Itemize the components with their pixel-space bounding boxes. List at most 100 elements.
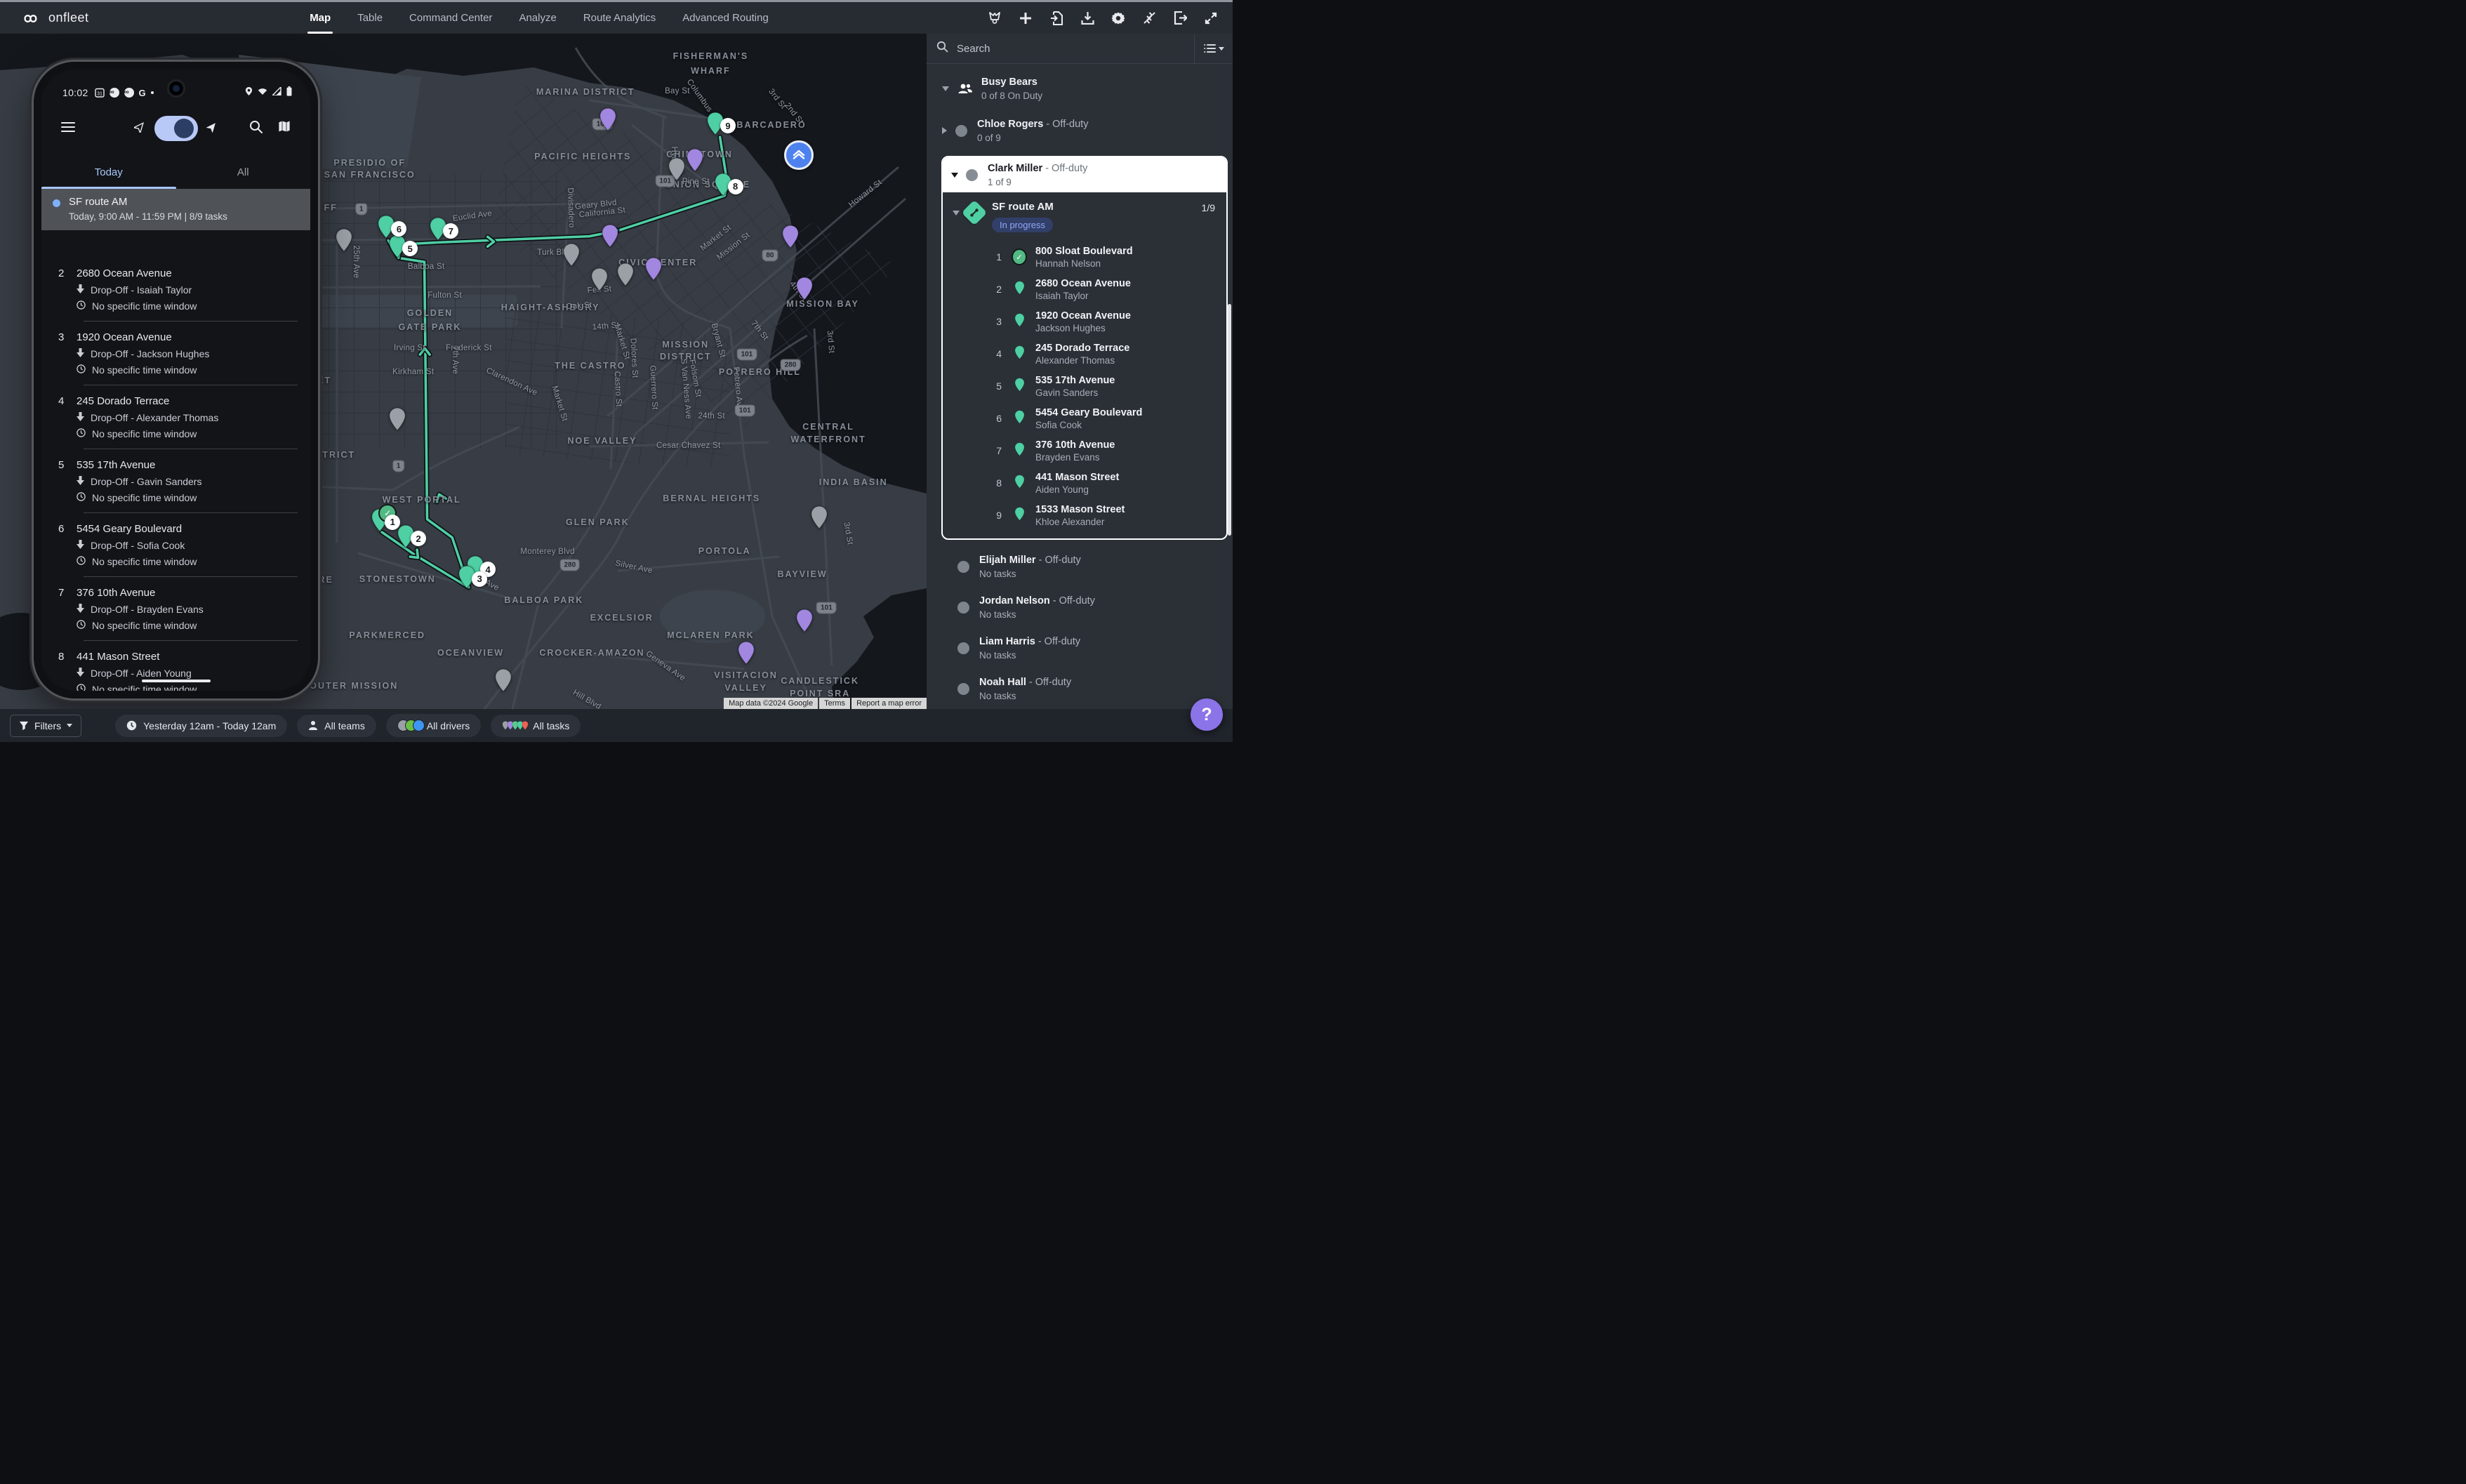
sidebar-scrollbar[interactable] [1228,304,1231,536]
map-pin-assigned-task[interactable] [601,224,619,248]
map-pin-assigned-task[interactable] [795,277,814,300]
hub-home-marker[interactable] [784,140,814,170]
filter-chip-all-drivers[interactable]: All drivers [386,714,481,737]
navigate-outline-icon [134,121,146,136]
driver-row-liam-harris[interactable]: Liam Harris - Off-dutyNo tasks [927,630,1233,666]
dropoff-arrow-icon [77,284,84,296]
route-stop-1[interactable]: 1✓800 Sloat BoulevardHannah Nelson [943,241,1226,273]
clock-icon [77,684,86,691]
expand-icon[interactable] [1199,6,1223,30]
phone-clock: 10:02 [62,87,88,98]
dropoff-arrow-icon [77,348,84,359]
route-stop-8[interactable]: 8441 Mason StreetAiden Young [943,467,1226,499]
team-row-busy-bears[interactable]: Busy Bears0 of 8 On Duty [927,72,1233,105]
nav-tab-analyze[interactable]: Analyze [505,2,569,34]
route-stop-7[interactable]: 7376 10th AvenueBrayden Evans [943,435,1226,467]
avatar [957,642,969,654]
filters-button[interactable]: Filters [10,715,81,737]
stop-address: 441 Mason Street [1035,471,1119,484]
nav-tab-map[interactable]: Map [296,2,344,34]
stop-address: 1920 Ocean Avenue [1035,310,1131,323]
filter-chip-all-teams[interactable]: All teams [297,715,376,737]
phone-task-6: 65454 Geary BoulevardDrop-Off - Sofia Co… [41,513,310,577]
driver-row-chloe-rogers[interactable]: Chloe Rogers - Off-duty0 of 9 [927,112,1233,149]
phone-camera [167,79,185,98]
onfleet-notification-icon: ∞ [110,88,119,98]
task-address: 2680 Ocean Avenue [77,267,172,279]
map-pin-unassigned-task[interactable] [590,267,609,291]
import-tasks-icon[interactable] [1045,6,1068,30]
stop-number: 1 [988,251,1002,263]
filter-chip-all-tasks[interactable]: All tasks [491,715,581,737]
map-pin-assigned-task[interactable] [781,225,800,249]
stop-pin-icon [1014,281,1025,298]
map-pin-unassigned-task[interactable] [388,407,406,431]
driver-row-jordan-nelson[interactable]: Jordan Nelson - Off-dutyNo tasks [927,589,1233,625]
promo-badge-icon[interactable] [983,6,1007,30]
stop-number: 3 [988,316,1002,327]
map-pin-unassigned-task[interactable] [494,668,512,692]
map-pin-assigned-task[interactable] [737,641,755,665]
map-pin-assigned-task[interactable] [599,107,617,131]
chevron-right-icon[interactable] [942,127,947,134]
settings-icon[interactable] [1106,6,1130,30]
integrations-icon[interactable] [1137,6,1161,30]
chevron-down-icon[interactable] [953,211,960,216]
notification-dot-icon [151,91,154,94]
stop-recipient: Alexander Thomas [1035,355,1129,366]
phone-task-4: 4245 Dorado TerraceDrop-Off - Alexander … [41,385,310,449]
wifi-icon [258,86,267,99]
route-stop-2[interactable]: 22680 Ocean AvenueIsaiah Taylor [943,273,1226,305]
sign-out-icon[interactable] [1168,6,1192,30]
avatar [955,125,967,137]
map-attribution-link[interactable]: Terms [819,698,850,709]
export-icon[interactable] [1075,6,1099,30]
driver-task-count: 0 of 9 [977,133,1088,143]
search-input[interactable] [955,42,1194,55]
nav-tab-advanced-routing[interactable]: Advanced Routing [669,2,782,34]
nav-tab-command-center[interactable]: Command Center [396,2,505,34]
stop-number: 5 [988,380,1002,392]
stop-address: 2680 Ocean Avenue [1035,277,1131,291]
add-icon[interactable] [1014,6,1038,30]
funnel-icon [19,721,29,731]
map-pin-unassigned-task[interactable] [616,263,635,286]
driver-row-elijah-miller[interactable]: Elijah Miller - Off-dutyNo tasks [927,548,1233,585]
list-view-toggle-button[interactable] [1194,34,1233,63]
toggle-knob [174,119,194,138]
chevron-down-icon[interactable] [942,86,949,91]
avatar [957,602,969,614]
map-attribution-link[interactable]: Report a map error [851,698,927,709]
chevron-down-icon[interactable] [951,173,958,178]
map-pin-unassigned-task[interactable] [562,243,581,267]
map-pin-unassigned-task[interactable] [335,228,353,252]
chip-label: Yesterday 12am - Today 12am [143,720,276,731]
onfleet-logo[interactable]: onfleet [18,11,89,25]
driver-row-clark-miller[interactable]: Clark Miller - Off-duty1 of 9 [943,157,1226,192]
main-nav: MapTableCommand CenterAnalyzeRoute Analy… [281,2,797,34]
route-stop-5[interactable]: 5535 17th AvenueGavin Sanders [943,370,1226,402]
route-stop-6[interactable]: 65454 Geary BoulevardSofia Cook [943,402,1226,435]
stop-pin-icon [1014,345,1025,363]
task-time-window: No specific time window [92,684,197,691]
map-pin-assigned-task[interactable] [795,609,814,632]
cell-signal-icon [272,86,281,99]
route-stop-9[interactable]: 91533 Mason StreetKhloe Alexander [943,499,1226,531]
route-stop-4[interactable]: 4245 Dorado TerraceAlexander Thomas [943,338,1226,370]
phone-tab-all: All [176,159,311,187]
map-pin-unassigned-task[interactable] [668,157,686,181]
map-pin-unassigned-task[interactable] [810,505,828,529]
nav-tab-table[interactable]: Table [344,2,396,34]
help-button[interactable]: ? [1191,698,1223,731]
stop-number: 7 [988,445,1002,456]
filter-chip-yesterday-12am---today-12am[interactable]: Yesterday 12am - Today 12am [115,715,287,737]
map-pin-assigned-task[interactable] [644,257,663,281]
route-stop-3[interactable]: 31920 Ocean AvenueJackson Hughes [943,305,1226,338]
driver-row-noah-hall[interactable]: Noah Hall - Off-dutyNo tasks [927,670,1233,707]
avatar [957,561,969,573]
map-pin-assigned-task[interactable] [686,148,704,172]
route-header-sf-route-am[interactable]: SF route AMIn progress1/9 [943,192,1226,237]
task-time-window: No specific time window [92,620,197,631]
nav-tab-route-analytics[interactable]: Route Analytics [570,2,669,34]
map-attribution: Map data ©2024 GoogleTermsReport a map e… [724,698,927,709]
